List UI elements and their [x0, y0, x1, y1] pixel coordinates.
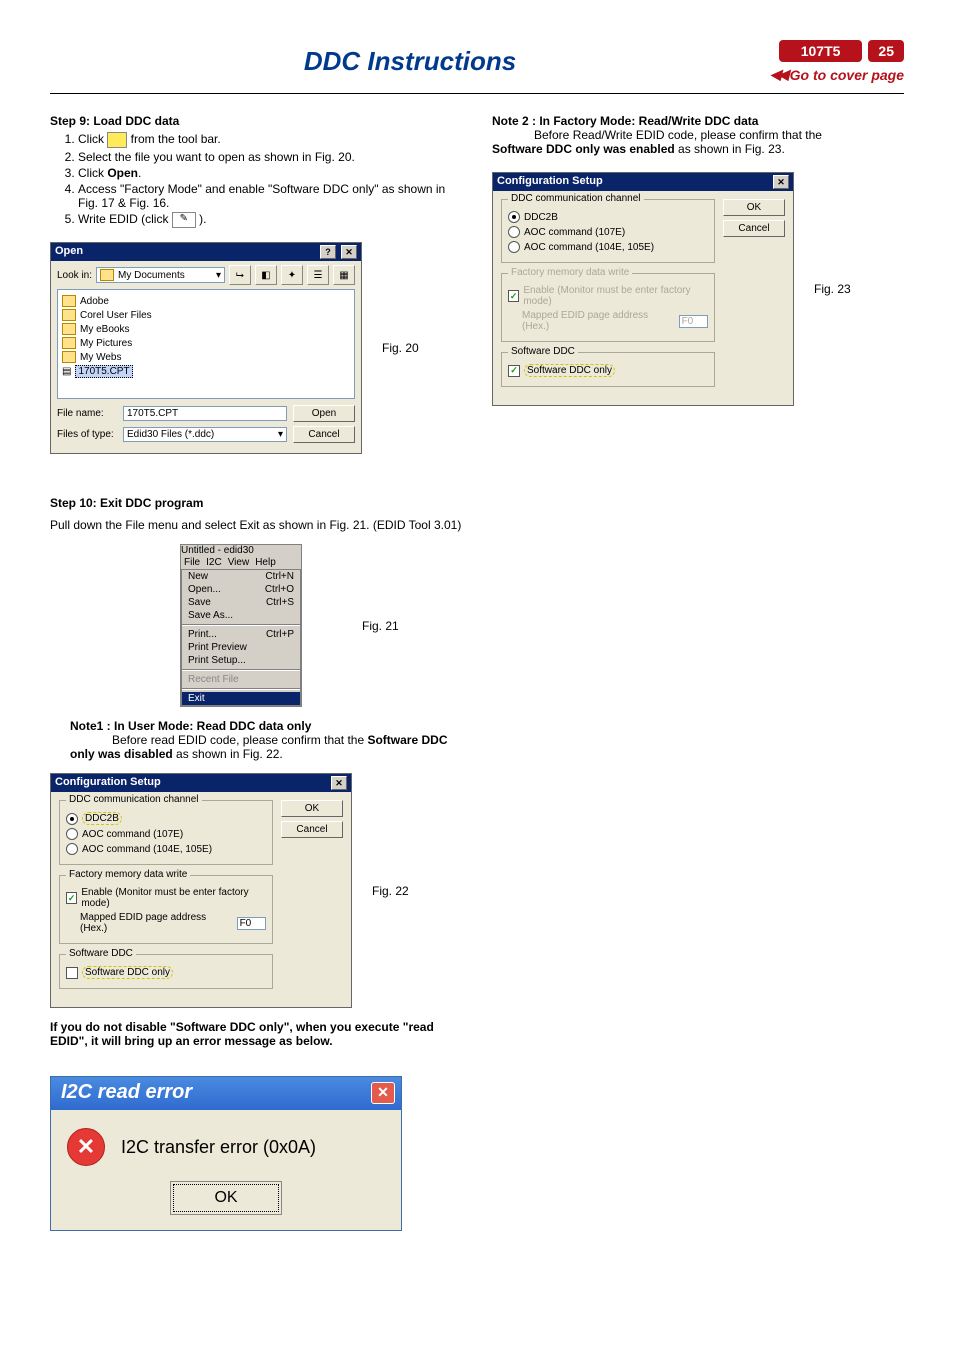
list-view-icon[interactable]: ☰: [307, 265, 329, 285]
cancel-button[interactable]: Cancel: [281, 821, 343, 838]
step10-body: Pull down the File menu and select Exit …: [50, 518, 462, 532]
menu-item-saveas[interactable]: Save As...: [182, 609, 300, 622]
up-folder-icon[interactable]: ⮡: [229, 265, 251, 285]
page-title: DDC Instructions: [50, 46, 770, 77]
folder-icon: [62, 295, 76, 307]
close-icon[interactable]: ✕: [341, 245, 357, 259]
step10-title: Step 10: Exit DDC program: [50, 496, 462, 510]
write-edid-icon: ✎: [172, 212, 196, 228]
go-to-cover-link[interactable]: ◀◀ Go to cover page: [770, 66, 904, 83]
step9-title: Step 9: Load DDC data: [50, 114, 462, 128]
close-icon[interactable]: ✕: [773, 175, 789, 189]
fig22-label: Fig. 22: [372, 884, 409, 898]
radio-ddc2b[interactable]: [66, 813, 78, 825]
config-dialog-23: Configuration Setup ✕ DDC communication …: [492, 172, 794, 406]
divider: [50, 93, 904, 94]
check-software-ddc-only[interactable]: [66, 967, 78, 979]
look-in-label: Look in:: [57, 270, 92, 281]
file-list[interactable]: Adobe Corel User Files My eBooks My Pict…: [57, 289, 355, 399]
folder-icon: [62, 337, 76, 349]
cancel-button[interactable]: Cancel: [293, 426, 355, 443]
ok-button[interactable]: OK: [173, 1184, 278, 1212]
step9-item-2: Select the file you want to open as show…: [78, 150, 462, 164]
menu-item-preview[interactable]: Print Preview: [182, 641, 300, 654]
radio-aoc107e[interactable]: [508, 226, 520, 238]
menu-item-print[interactable]: Print...Ctrl+P: [182, 628, 300, 641]
radio-ddc2b[interactable]: [508, 211, 520, 223]
fig23-label: Fig. 23: [814, 282, 851, 296]
ok-button[interactable]: OK: [281, 800, 343, 817]
warning-text: If you do not disable "Software DDC only…: [50, 1020, 462, 1048]
fig21-label: Fig. 21: [362, 619, 399, 633]
ok-button[interactable]: OK: [723, 199, 785, 216]
cancel-button[interactable]: Cancel: [723, 220, 785, 237]
folder-icon: [62, 351, 76, 363]
file-name-input[interactable]: 170T5.CPT: [123, 406, 287, 421]
rewind-icon: ◀◀: [770, 66, 786, 83]
menu-item-new[interactable]: NewCtrl+N: [182, 570, 300, 583]
fig20-label: Fig. 20: [382, 341, 419, 355]
mapped-address-input[interactable]: F0: [237, 917, 266, 930]
open-dialog-title: Open: [55, 245, 83, 259]
error-icon: ✕: [67, 1128, 105, 1166]
menu-item-open[interactable]: Open...Ctrl+O: [182, 583, 300, 596]
menu-file[interactable]: File: [184, 557, 200, 568]
menu-item-recent: Recent File: [182, 673, 300, 686]
mapped-address-input: F0: [679, 315, 708, 328]
menu-item-exit[interactable]: Exit: [182, 692, 300, 705]
menu-item-printsetup[interactable]: Print Setup...: [182, 654, 300, 667]
open-file-icon: [107, 132, 127, 148]
new-folder-icon[interactable]: ✦: [281, 265, 303, 285]
step9-item-5: Write EDID (click ✎ ).: [78, 212, 462, 228]
note2-title: Note 2 : In Factory Mode: Read/Write DDC…: [492, 114, 758, 128]
cover-link-label: Go to cover page: [790, 67, 904, 83]
radio-aoc104e[interactable]: [66, 843, 78, 855]
close-icon[interactable]: ✕: [371, 1082, 395, 1104]
file-name-label: File name:: [57, 408, 117, 419]
step9-item-1: Click from the tool bar.: [78, 132, 462, 148]
i2c-error-dialog: I2C read error ✕ ✕ I2C transfer error (0…: [50, 1076, 402, 1231]
note1-title: Note1 : In User Mode: Read DDC data only: [70, 719, 311, 733]
file-icon: ▤: [62, 366, 71, 377]
page-number-badge: 25: [868, 40, 904, 62]
radio-aoc104e[interactable]: [508, 241, 520, 253]
config-dialog-22: Configuration Setup ✕ DDC communication …: [50, 773, 352, 1008]
menu-item-save[interactable]: SaveCtrl+S: [182, 596, 300, 609]
look-in-dropdown[interactable]: My Documents ▾: [96, 267, 225, 283]
step9-item-3: Click Open.: [78, 166, 462, 180]
menu-i2c[interactable]: I2C: [206, 557, 222, 568]
open-button[interactable]: Open: [293, 405, 355, 422]
check-software-ddc-only[interactable]: [508, 365, 520, 377]
file-type-label: Files of type:: [57, 429, 117, 440]
desktop-icon[interactable]: ◧: [255, 265, 277, 285]
folder-icon: [62, 323, 76, 335]
radio-aoc107e[interactable]: [66, 828, 78, 840]
model-badge: 107T5: [779, 40, 863, 62]
open-dialog: Open ? ✕ Look in: My Documents ▾ ⮡ ◧: [50, 242, 362, 454]
help-icon[interactable]: ?: [320, 245, 336, 259]
error-title: I2C read error: [61, 1081, 192, 1104]
menu-view[interactable]: View: [228, 557, 250, 568]
check-enable-factory[interactable]: [66, 892, 77, 904]
file-type-dropdown[interactable]: Edid30 Files (*.ddc)▾: [123, 427, 287, 442]
menu-help[interactable]: Help: [255, 557, 276, 568]
folder-icon: [100, 269, 114, 281]
selected-file[interactable]: 170T5.CPT: [75, 365, 132, 378]
folder-icon: [62, 309, 76, 321]
step9-item-4: Access "Factory Mode" and enable "Softwa…: [78, 182, 462, 210]
error-message: I2C transfer error (0x0A): [121, 1137, 316, 1158]
check-enable-factory: [508, 290, 519, 302]
step9-list: Click from the tool bar. Select the file…: [50, 132, 462, 228]
close-icon[interactable]: ✕: [331, 776, 347, 790]
edid-file-menu: Untitled - edid30 File I2C View Help New…: [180, 544, 302, 707]
details-view-icon[interactable]: ▦: [333, 265, 355, 285]
